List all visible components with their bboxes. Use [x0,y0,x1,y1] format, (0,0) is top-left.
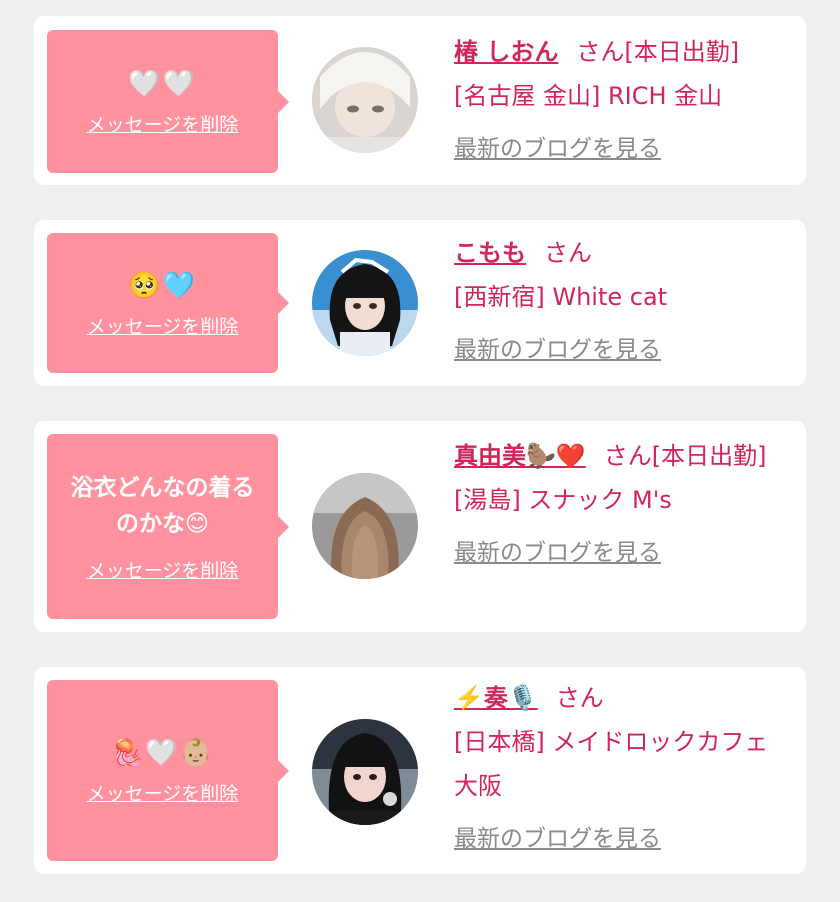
delete-message-link[interactable]: メッセージを削除 [87,110,239,137]
latest-blog-link[interactable]: 最新のブログを見る [454,821,661,857]
honorific: さん [555,684,604,712]
honorific: さん [544,239,592,267]
girl-name-link[interactable]: 椿 しおん [454,38,558,66]
latest-blog-link[interactable]: 最新のブログを見る [454,332,661,368]
message-bubble: 浴衣どんなの着るのかな😊 メッセージを削除 [47,434,289,619]
message-text: 🪼🤍👶🏼 [110,738,215,768]
honorific: さん [603,442,652,470]
message-text: 🤍🤍 [128,69,197,99]
latest-blog-link[interactable]: 最新のブログを見る [454,535,661,571]
girl-name-link[interactable]: 真由美🦫❤️ [454,442,586,470]
delete-message-link[interactable]: メッセージを削除 [87,779,239,806]
name-line: こもも さん [454,231,794,275]
girl-info: ⚡️奏🎙️ さん [日本橋] メイドロックカフェ 大阪 最新のブログを見る [454,676,794,857]
name-line: 椿 しおん さん[本日出勤] [454,30,794,74]
girl-info: 真由美🦫❤️ さん[本日出勤] [湯島] スナック M's 最新のブログを見る [454,434,794,571]
message-card: 🤍🤍 メッセージを削除 椿 しおん さん[本日出勤] [名古屋 金山] RICH … [34,16,806,185]
message-bubble: 🪼🤍👶🏼 メッセージを削除 [47,680,289,861]
honorific: さん [576,38,625,66]
shop-text: [日本橋] メイドロックカフェ 大阪 [454,728,769,800]
girl-name-link[interactable]: こもも [454,239,526,267]
message-bubble: 🤍🤍 メッセージを削除 [47,30,289,173]
name-line: ⚡️奏🎙️ さん [454,676,794,720]
latest-blog-link[interactable]: 最新のブログを見る [454,131,661,167]
girl-info: こもも さん [西新宿] White cat 最新のブログを見る [454,231,794,368]
message-text: 浴衣どんなの着るのかな😊 [70,475,255,537]
delete-message-link[interactable]: メッセージを削除 [87,312,239,339]
message-card: 🥺🩵 メッセージを削除 こもも さん [西新宿] White cat 最新のブログ… [34,220,806,386]
girl-name-link[interactable]: ⚡️奏🎙️ [454,684,538,712]
status-text: [本日出勤] [651,442,767,470]
shop-text: [湯島] スナック M's [454,486,672,514]
avatar[interactable] [312,250,418,356]
girl-info: 椿 しおん さん[本日出勤] [名古屋 金山] RICH 金山 最新のブログを見る [454,30,794,167]
delete-message-link[interactable]: メッセージを削除 [87,556,239,583]
shop-text: [名古屋 金山] RICH 金山 [454,82,723,110]
shop-text: [西新宿] White cat [454,283,668,311]
avatar[interactable] [312,473,418,579]
message-text: 🥺🩵 [128,270,197,301]
avatar[interactable] [312,47,418,153]
message-bubble: 🥺🩵 メッセージを削除 [47,233,289,373]
avatar[interactable] [312,719,418,825]
message-card: 🪼🤍👶🏼 メッセージを削除 ⚡️奏🎙️ さん [日本橋] メイドロックカフェ 大阪… [34,667,806,874]
name-line: 真由美🦫❤️ さん[本日出勤] [454,434,794,478]
status-text: [本日出勤] [624,38,740,66]
message-card: 浴衣どんなの着るのかな😊 メッセージを削除 真由美🦫❤️ さん[本日出勤] [湯島… [34,421,806,632]
